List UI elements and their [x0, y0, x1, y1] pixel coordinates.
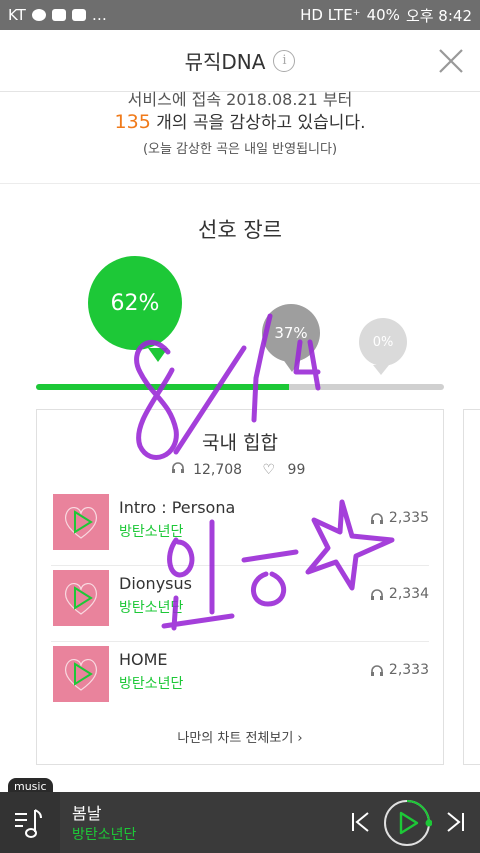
clock: 오후 8:42 [405, 6, 472, 25]
play-overlay-icon [64, 507, 98, 539]
album-art[interactable] [53, 570, 109, 626]
update-note: (오늘 감상한 곡은 내일 반영됩니다) [142, 142, 338, 157]
genre-bubble-2[interactable]: 37% [262, 304, 320, 372]
next-genre-card[interactable] [463, 409, 480, 765]
genre-bubble-1[interactable]: 62% [88, 256, 182, 362]
section-title: 선호 장르 [198, 218, 282, 242]
genre-card[interactable]: 국내 힙합 12,708 ♡ 99 Intro : Persona 방탄소년단 … [36, 409, 444, 765]
headphone-icon [171, 462, 184, 473]
play-button[interactable] [382, 798, 432, 848]
song-artist[interactable]: 방탄소년단 [119, 597, 183, 617]
battery-label: 40% [366, 6, 400, 24]
start-date-text: 서비스에 접속 2018.08.21 부터 [127, 90, 353, 109]
genre-progress-fill [36, 384, 289, 390]
song-title: Intro : Persona [119, 498, 236, 517]
dialog-header: 뮤직DNA i [0, 30, 480, 92]
song-plays: 2,335 [370, 510, 429, 526]
close-icon[interactable] [438, 48, 464, 74]
carrier-label: KT [8, 6, 26, 24]
more-notifications-icon: … [91, 6, 107, 24]
listening-summary: 서비스에 접속 2018.08.21 부터 135 개의 곡을 감상하고 있습니… [0, 90, 480, 184]
info-icon[interactable]: i [273, 49, 296, 72]
song-title: HOME [119, 650, 168, 669]
song-row[interactable]: Intro : Persona 방탄소년단 2,335 [51, 490, 429, 566]
play-count: 2,334 [388, 586, 429, 602]
play-store-icon [51, 9, 66, 21]
album-art[interactable] [53, 646, 109, 702]
network-indicator: HD LTE⁺ [300, 6, 361, 24]
song-row[interactable]: HOME 방탄소년단 2,333 [51, 642, 429, 718]
talk-icon [31, 9, 46, 21]
song-artist[interactable]: 방탄소년단 [119, 673, 183, 693]
song-row[interactable]: Dionysus 방탄소년단 2,334 [51, 566, 429, 642]
play-overlay-icon [64, 659, 98, 691]
song-plays: 2,334 [370, 586, 429, 602]
song-plays: 2,333 [370, 662, 429, 678]
song-count: 135 [114, 111, 151, 133]
headphone-icon [370, 664, 383, 676]
listen-count: 12,708 [193, 462, 243, 478]
album-art[interactable] [53, 494, 109, 550]
song-artist[interactable]: 방탄소년단 [119, 521, 183, 541]
song-title: Dionysus [119, 574, 192, 593]
now-playing-title: 봄날 [72, 804, 102, 823]
play-overlay-icon [64, 583, 98, 615]
next-track-button[interactable] [442, 809, 468, 835]
playlist-button[interactable] [0, 792, 60, 853]
song-count-suffix: 개의 곡을 감상하고 있습니다. [156, 113, 366, 133]
youtube-icon [71, 9, 86, 21]
genre-progress-track [36, 384, 444, 390]
page-title: 뮤직DNA [184, 50, 266, 74]
genre-bubble-3[interactable]: 0% [359, 318, 407, 375]
playlist-icon [15, 808, 42, 838]
genre-stats: 12,708 ♡ 99 [37, 461, 443, 478]
play-count: 2,333 [388, 662, 429, 678]
previous-track-button[interactable] [348, 809, 374, 835]
headphone-icon [370, 512, 383, 524]
heart-icon: ♡ [262, 462, 276, 478]
now-playing-artist: 방탄소년단 [72, 827, 137, 843]
song-count-line: 135 개의 곡을 감상하고 있습니다. [0, 108, 480, 133]
status-bar: KT … HD LTE⁺ 40% 오후 8:42 [0, 0, 480, 30]
mini-player[interactable]: 봄날 방탄소년단 [0, 792, 480, 853]
like-count: 99 [287, 462, 306, 478]
full-chart-link[interactable]: 나만의 차트 전체보기 › [37, 727, 443, 746]
song-list: Intro : Persona 방탄소년단 2,335 Dionysus 방탄소… [51, 490, 429, 718]
genre-name: 국내 힙합 [202, 432, 278, 454]
play-count: 2,335 [388, 510, 429, 526]
headphone-icon [370, 588, 383, 600]
